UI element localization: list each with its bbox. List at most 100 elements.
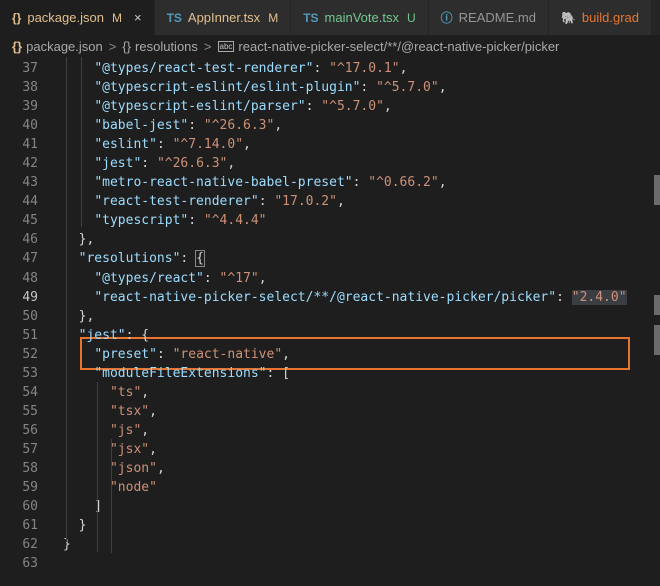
code-line-39[interactable]: 39 "@typescript-eslint/parser": "^5.7.0"… [0, 97, 660, 116]
scrollbar-marker [654, 175, 660, 205]
code-line-41[interactable]: 41 "eslint": "^7.14.0", [0, 135, 660, 154]
code-line-56[interactable]: 56 "js", [0, 421, 660, 440]
json-key: "jest" [78, 327, 126, 343]
json-key: "react-test-renderer" [94, 194, 259, 210]
line-code: "react-native-picker-select/**/@react-na… [63, 289, 627, 305]
json-string: "^0.66.2" [368, 175, 439, 191]
json-punct: , [149, 403, 157, 419]
tab-appinner-tsx[interactable]: TS AppInner.tsx M [154, 0, 292, 35]
tab-readme-md[interactable]: ⓘ README.md [428, 0, 549, 35]
line-code: }, [63, 232, 95, 248]
code-line-59[interactable]: 59 "node" [0, 478, 660, 497]
json-key: "metro-react-native-babel-preset" [94, 175, 353, 191]
code-line-42[interactable]: 42 "jest": "^26.6.3", [0, 154, 660, 173]
line-code: "js", [63, 423, 149, 438]
json-string: "ts" [109, 384, 142, 400]
json-punct [63, 156, 94, 171]
json-punct: { [195, 250, 205, 268]
json-punct: , [438, 175, 447, 191]
line-code: "eslint": "^7.14.0", [63, 137, 251, 152]
json-punct: : [ [266, 365, 290, 381]
json-punct [63, 61, 94, 76]
line-code: "@types/react": "^17", [63, 271, 266, 286]
json-punct: }, [63, 308, 95, 324]
line-code: "ts", [63, 385, 149, 400]
breadcrumb-resolutions[interactable]: resolutions [135, 39, 198, 54]
line-number: 40 [22, 118, 38, 134]
code-line-49[interactable]: 49 "react-native-picker-select/**/@react… [0, 288, 660, 307]
line-number: 41 [22, 137, 38, 153]
json-punct [63, 290, 94, 305]
line-code: "jest": { [63, 328, 149, 343]
json-punct [63, 194, 94, 209]
code-line-52[interactable]: 52 "preset": "react-native", [0, 345, 660, 364]
breadcrumb-key[interactable]: react-native-picker-select/**/@react-nat… [238, 39, 559, 54]
json-punct: : [188, 213, 204, 229]
json-punct: }, [63, 232, 95, 248]
json-key: "react-native-picker-select/**/@react-na… [94, 289, 557, 305]
code-line-53[interactable]: 53 "moduleFileExtensions": [ [0, 364, 660, 383]
code-line-55[interactable]: 55 "tsx", [0, 402, 660, 421]
code-editor[interactable]: 37 "@types/react-test-renderer": "^17.0.… [0, 57, 660, 573]
json-punct: : [313, 61, 330, 77]
json-punct: : [258, 194, 275, 210]
json-punct: : [156, 137, 173, 153]
code-line-57[interactable]: 57 "jsx", [0, 440, 660, 459]
breadcrumb: {} package.json > {} resolutions > abc r… [0, 35, 660, 57]
json-punct: : [141, 156, 157, 172]
git-status-badge: M [268, 10, 279, 25]
tab-package-json[interactable]: {} package.json M × [0, 0, 155, 35]
code-line-61[interactable]: 61 } [0, 516, 660, 535]
code-line-58[interactable]: 58 "json", [0, 459, 660, 478]
tab-mainvote-tsx[interactable]: TS mainVote.tsx U [291, 0, 429, 35]
json-punct: : { [125, 327, 150, 343]
code-line-50[interactable]: 50 }, [0, 307, 660, 326]
json-file-icon: {} [12, 38, 23, 54]
json-key: "typescript" [94, 213, 189, 229]
code-line-38[interactable]: 38 "@typescript-eslint/eslint-plugin": "… [0, 78, 660, 97]
json-punct [63, 461, 110, 476]
json-punct: , [383, 99, 392, 115]
json-key: "resolutions" [78, 251, 181, 267]
json-punct: : [360, 80, 377, 96]
code-line-48[interactable]: 48 "@types/react": "^17", [0, 269, 660, 288]
json-key: "preset" [94, 346, 157, 362]
line-code: "typescript": "^4.4.4" [63, 213, 266, 229]
line-number: 54 [22, 384, 38, 400]
tab-bar: {} package.json M × TS AppInner.tsx M TS mainVot… [0, 0, 660, 35]
code-line-63[interactable]: 63 [0, 554, 660, 573]
scrollbar-marker [654, 325, 660, 355]
json-string: "^26.6.3" [203, 118, 275, 134]
json-key: "eslint" [94, 137, 157, 153]
line-number: 39 [22, 99, 38, 115]
code-line-46[interactable]: 46 }, [0, 230, 660, 249]
json-punct: , [141, 422, 150, 438]
line-number: 62 [22, 537, 38, 553]
code-line-45[interactable]: 45 "typescript": "^4.4.4" [0, 211, 660, 230]
json-punct: , [149, 441, 157, 457]
line-code: "preset": "react-native", [63, 347, 290, 362]
json-punct: : [156, 346, 173, 362]
code-line-43[interactable]: 43 "metro-react-native-babel-preset": "^… [0, 173, 660, 192]
code-line-37[interactable]: 37 "@types/react-test-renderer": "^17.0.… [0, 59, 660, 78]
json-punct [63, 99, 94, 114]
close-icon[interactable]: × [134, 10, 142, 25]
indent-guide [97, 382, 98, 552]
code-line-40[interactable]: 40 "babel-jest": "^26.6.3", [0, 116, 660, 135]
json-key: "babel-jest" [94, 118, 189, 134]
code-line-54[interactable]: 54 "ts", [0, 383, 660, 402]
breadcrumb-file[interactable]: package.json [26, 39, 103, 54]
line-number: 38 [22, 80, 38, 96]
code-line-44[interactable]: 44 "react-test-renderer": "17.0.2", [0, 192, 660, 211]
tab-build-grad[interactable]: 🐘 build.grad [548, 0, 653, 35]
json-string: "jsx" [109, 441, 150, 457]
json-punct: , [438, 80, 447, 96]
code-line-51[interactable]: 51 "jest": { [0, 326, 660, 345]
code-line-60[interactable]: 60 ] [0, 497, 660, 516]
line-number: 58 [22, 461, 38, 476]
line-code: "@types/react-test-renderer": "^17.0.1", [63, 61, 407, 76]
code-line-47[interactable]: 47 "resolutions": { [0, 249, 660, 268]
indent-guide [66, 57, 67, 542]
tab-label: build.grad [581, 10, 640, 25]
code-line-62[interactable]: 62} [0, 535, 660, 554]
